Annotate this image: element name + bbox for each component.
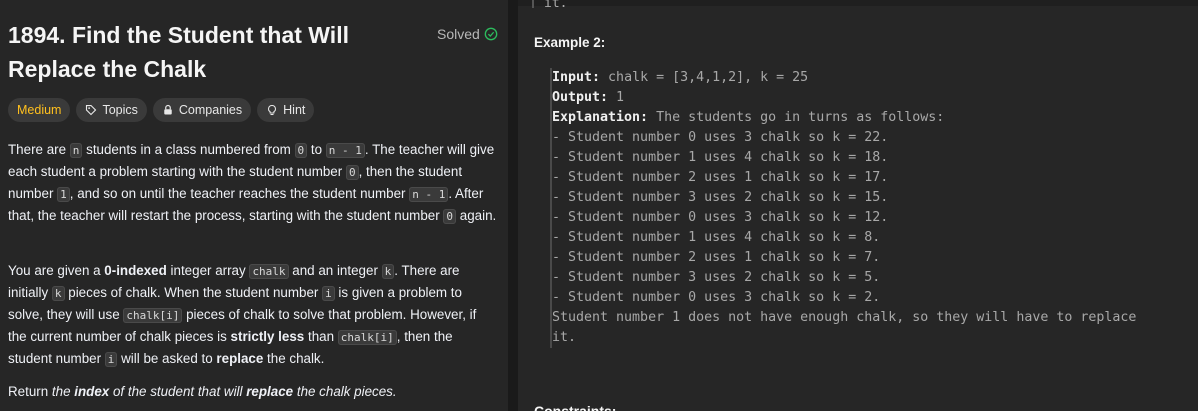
italic-text: the	[51, 384, 75, 399]
text: You are given a	[8, 263, 105, 278]
text: than	[304, 329, 338, 344]
italic-text: the chalk pieces.	[293, 384, 397, 399]
difficulty-tag[interactable]: Medium	[8, 98, 71, 122]
topics-tag[interactable]: Topics	[76, 98, 147, 122]
step-line: - Student number 1 uses 4 chalk so k = 8…	[552, 230, 881, 245]
panel-resize-handle[interactable]	[508, 0, 518, 411]
inline-code: 0	[345, 165, 359, 180]
inline-code: 0	[294, 143, 308, 158]
inline-code: n - 1	[409, 187, 449, 202]
text: the chalk.	[263, 351, 325, 366]
inline-code: k	[51, 286, 65, 301]
output-line: Output: 1	[552, 88, 1136, 108]
bold-text: 0-indexed	[104, 263, 167, 278]
hint-label: Hint	[283, 103, 306, 117]
step-line: - Student number 3 uses 2 chalk so k = 5…	[552, 270, 881, 285]
inline-code: i	[322, 286, 335, 301]
bold-text: replace	[216, 351, 264, 366]
topics-label: Topics	[102, 103, 138, 117]
previous-example-tail: it.	[532, 0, 567, 11]
conclusion-line: Student number 1 does not have enough ch…	[552, 310, 1137, 325]
text: There are	[8, 142, 70, 157]
input-line: Input: chalk = [3,4,1,2], k = 25	[552, 68, 1136, 88]
italic-text: of the student that will	[109, 384, 247, 399]
inline-code: chalk[i]	[123, 308, 183, 323]
panel-top-bar	[518, 0, 1198, 6]
input-value: chalk = [3,4,1,2], k = 25	[600, 70, 809, 85]
companies-label: Companies	[178, 103, 243, 117]
explanation-value: The students go in turns as follows:	[648, 110, 945, 125]
text: students in a class numbered from	[82, 142, 295, 157]
problem-title[interactable]: 1894. Find the Student that Will Replace…	[8, 18, 428, 86]
explanation-line: Explanation: The students go in turns as…	[552, 108, 1136, 128]
text: Return	[8, 384, 52, 399]
tag-row: Medium Topics Companies Hint	[8, 98, 315, 122]
step-line: - Student number 2 uses 1 chalk so k = 7…	[552, 250, 881, 265]
hint-tag[interactable]: Hint	[257, 98, 315, 122]
check-circle-icon	[484, 27, 498, 41]
step-line: - Student number 1 uses 4 chalk so k = 1…	[552, 150, 889, 165]
example-panel: it. Example 2: Input: chalk = [3,4,1,2],…	[518, 0, 1198, 411]
inline-code: chalk[i]	[337, 330, 397, 345]
inline-code: n	[69, 143, 83, 158]
bold-text: strictly less	[230, 329, 305, 344]
inline-code: 1	[57, 187, 70, 202]
bold-italic-text: index	[74, 384, 110, 399]
text: integer array	[166, 263, 250, 278]
text: , and so on until the teacher reaches th…	[69, 186, 410, 201]
inline-code: chalk	[249, 264, 289, 279]
output-label: Output:	[552, 90, 609, 105]
solved-label: Solved	[437, 26, 480, 42]
lock-icon	[164, 104, 172, 115]
lightbulb-icon	[268, 104, 277, 116]
step-line: - Student number 3 uses 2 chalk so k = 1…	[552, 190, 889, 205]
description-paragraph-2: You are given a 0-indexed integer array …	[8, 260, 498, 370]
bold-italic-text: replace	[246, 384, 294, 399]
tag-icon	[86, 104, 97, 116]
step-line: - Student number 2 uses 1 chalk so k = 1…	[552, 170, 889, 185]
description-paragraph-3: Return the index of the student that wil…	[8, 381, 498, 402]
inline-code: 0	[443, 209, 457, 224]
output-value: 1	[608, 90, 625, 105]
step-line: - Student number 0 uses 3 chalk so k = 2…	[552, 290, 881, 305]
description-paragraph-1: There are n students in a class numbered…	[8, 139, 498, 227]
conclusion-line: it.	[552, 330, 577, 345]
inline-code: k	[381, 264, 395, 279]
inline-code: n - 1	[325, 143, 365, 158]
text: to	[307, 142, 326, 157]
text: again.	[456, 208, 497, 223]
text: pieces of chalk. When the student number	[64, 285, 323, 300]
constraints-heading: Constraints:	[534, 403, 617, 411]
input-label: Input:	[552, 70, 601, 85]
text: and an integer	[288, 263, 382, 278]
step-line: - Student number 0 uses 3 chalk so k = 2…	[552, 130, 889, 145]
inline-code: i	[104, 352, 118, 367]
description-panel: 1894. Find the Student that Will Replace…	[0, 0, 508, 411]
step-line: - Student number 0 uses 3 chalk so k = 1…	[552, 210, 889, 225]
explanation-label: Explanation:	[552, 110, 649, 125]
example-title: Example 2:	[534, 35, 606, 50]
example-block: Input: chalk = [3,4,1,2], k = 25 Output:…	[550, 68, 1136, 348]
companies-tag[interactable]: Companies	[152, 98, 252, 122]
text: will be asked to	[117, 351, 217, 366]
solved-status: Solved	[437, 26, 498, 42]
